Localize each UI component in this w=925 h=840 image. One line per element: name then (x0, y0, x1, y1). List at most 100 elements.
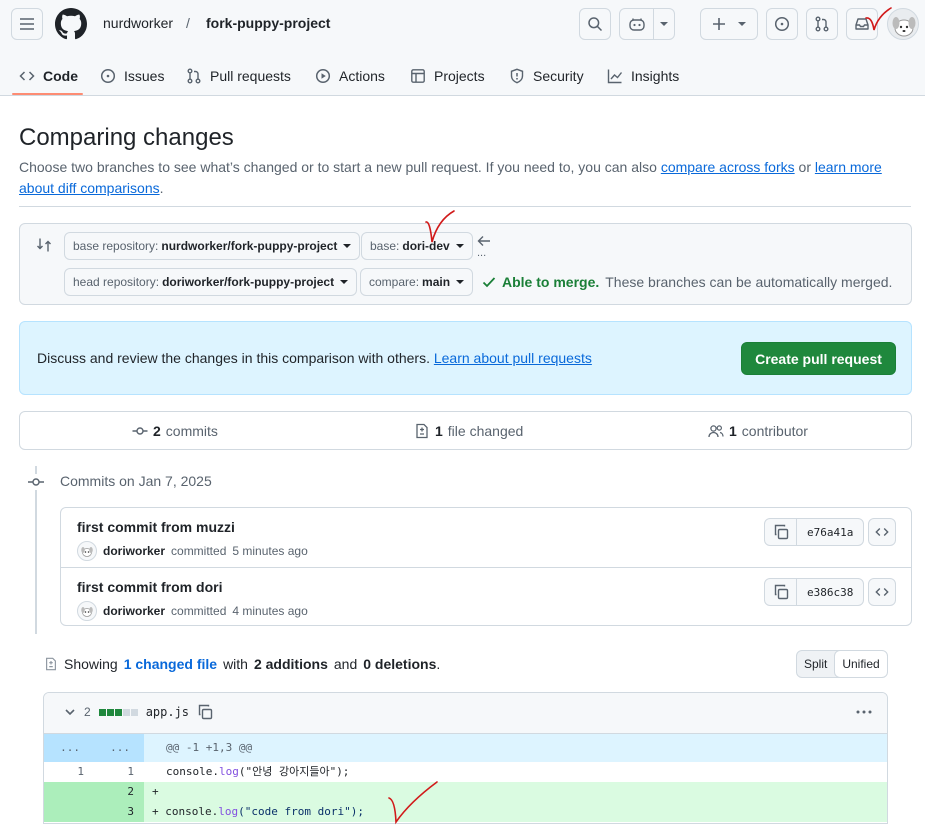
expand-down-button[interactable]: ... (94, 734, 144, 762)
diffstat-neutral-square (130, 708, 138, 716)
pull-request-banner: Discuss and review the changes in this c… (19, 321, 912, 395)
avatar[interactable] (77, 601, 97, 621)
new-line-number[interactable]: 2 (94, 782, 144, 802)
tab-code[interactable]: Code (19, 56, 78, 96)
code-args: ("code from dori"); (238, 805, 364, 818)
tab-actions[interactable]: Actions (315, 56, 385, 96)
browse-repo-at-commit-button[interactable] (868, 578, 896, 606)
inbox-button[interactable] (846, 8, 878, 40)
base-repo-value: nurdworker/fork-puppy-project (161, 239, 338, 253)
commit-meta: doriworker committed 4 minutes ago (77, 601, 308, 621)
diffstat-added-square (98, 708, 106, 716)
new-line-number[interactable]: 1 (94, 762, 144, 782)
commit-sha[interactable]: e386c38 (797, 579, 863, 605)
compare-branch-select[interactable]: compare: main (360, 268, 474, 296)
tab-insights[interactable]: Insights (607, 56, 679, 96)
pull-request-icon (815, 16, 829, 32)
puppy-avatar-icon (81, 547, 93, 557)
tab-projects[interactable]: Projects (410, 56, 485, 96)
head-repo-value: doriworker/fork-puppy-project (162, 275, 335, 289)
menu-button[interactable] (11, 8, 43, 40)
copy-sha-button[interactable] (765, 519, 797, 545)
tab-issues[interactable]: Issues (100, 56, 164, 96)
learn-about-pull-requests-link[interactable]: Learn about pull requests (434, 350, 592, 366)
search-button[interactable] (579, 8, 611, 40)
page-subtitle: Choose two branches to see what’s change… (19, 157, 899, 199)
commit-title[interactable]: first commit from muzzi (77, 519, 235, 535)
copy-icon[interactable] (197, 704, 213, 720)
hunk-header: ... ... @@ -1 +1,3 @@ (44, 734, 887, 762)
tab-security[interactable]: Security (509, 56, 584, 96)
contributors-tab[interactable]: 1 contributor (708, 412, 808, 449)
commits-count-tab[interactable]: 2 commits (132, 412, 218, 449)
pull-requests-button[interactable] (806, 8, 838, 40)
code-object: console. (165, 805, 219, 818)
issues-button[interactable] (766, 8, 798, 40)
code-function: log (218, 805, 239, 818)
copilot-button[interactable] (619, 8, 675, 40)
new-line-number[interactable]: 3 (94, 802, 144, 822)
diffstat-added-square (114, 708, 122, 716)
copy-sha-button[interactable] (765, 579, 797, 605)
arrow-left-icon (477, 236, 490, 246)
file-changes-count: 2 (84, 705, 91, 719)
puppy-avatar-icon (892, 17, 916, 37)
diffstat-bar (98, 708, 138, 716)
old-line-number[interactable]: 1 (44, 762, 94, 782)
breadcrumb-repo[interactable]: fork-puppy-project (206, 15, 330, 31)
top-bar: nurdworker / fork-puppy-project Code Iss… (0, 0, 925, 96)
swap-direction[interactable]: ... (477, 235, 493, 259)
file-name[interactable]: app.js (146, 705, 189, 719)
plus-icon (713, 18, 725, 30)
files-label: file changed (447, 422, 524, 439)
commits-count: 2 (153, 422, 161, 439)
table-icon (411, 69, 425, 83)
base-repository-select[interactable]: base repository: nurdworker/fork-puppy-pr… (64, 232, 361, 260)
compare-across-forks-link[interactable]: compare across forks (661, 159, 795, 175)
breadcrumb-separator: / (186, 15, 190, 31)
breadcrumb-owner[interactable]: nurdworker (103, 15, 173, 31)
commit-title[interactable]: first commit from dori (77, 579, 222, 595)
diffstat-neutral-square (122, 708, 130, 716)
browse-repo-at-commit-button[interactable] (868, 518, 896, 546)
expand-up-button[interactable]: ... (44, 734, 94, 762)
commits-date-heading: Commits on Jan 7, 2025 (60, 473, 212, 489)
chevron-down-icon[interactable] (64, 706, 76, 718)
chevron-down-icon[interactable] (654, 22, 674, 26)
old-line-number[interactable] (44, 802, 94, 822)
files-changed-tab[interactable]: 1 file changed (414, 412, 523, 449)
tab-label: Security (533, 68, 584, 84)
kebab-horizontal-icon[interactable] (855, 704, 873, 720)
commit-sha-group: e386c38 (764, 578, 865, 606)
changed-files-link[interactable]: 1 changed file (124, 656, 217, 672)
code-text: + (144, 782, 887, 802)
diffstat-added-square (106, 708, 114, 716)
create-pull-request-button[interactable]: Create pull request (741, 342, 896, 375)
github-logo-icon[interactable] (55, 8, 87, 40)
code-icon (875, 588, 889, 596)
merge-status-label: Able to merge. (502, 274, 600, 290)
timeline-line (35, 466, 37, 634)
tab-pull-requests[interactable]: Pull requests (186, 56, 291, 96)
commit-sha[interactable]: e76a41a (797, 519, 863, 545)
compare-branch-label: compare: (369, 275, 420, 289)
diff-summary-and: and (333, 656, 358, 672)
base-branch-select[interactable]: base: dori-dev (361, 232, 473, 260)
shield-icon (510, 68, 524, 84)
create-new-button[interactable] (700, 8, 758, 40)
avatar[interactable] (77, 541, 97, 561)
deletions-count: 0 deletions (363, 656, 437, 672)
avatar[interactable] (887, 8, 919, 40)
commit-author[interactable]: doriworker (103, 604, 165, 618)
compare-arrows-icon (37, 238, 51, 252)
base-branch-value: dori-dev (402, 239, 450, 253)
play-icon (315, 68, 331, 84)
head-repository-select[interactable]: head repository: doriworker/fork-puppy-pr… (64, 268, 358, 296)
commit-row: first commit from muzzi doriworker commit… (61, 508, 911, 567)
old-line-number[interactable] (44, 782, 94, 802)
tab-label: Issues (124, 68, 165, 84)
unified-view-button[interactable]: Unified (834, 651, 887, 677)
split-view-button[interactable]: Split (797, 651, 834, 677)
file-diff: 2 app.js ... ... @@ -1 +1,3 @@ 1 1 conso… (43, 692, 888, 824)
commit-author[interactable]: doriworker (103, 544, 165, 558)
